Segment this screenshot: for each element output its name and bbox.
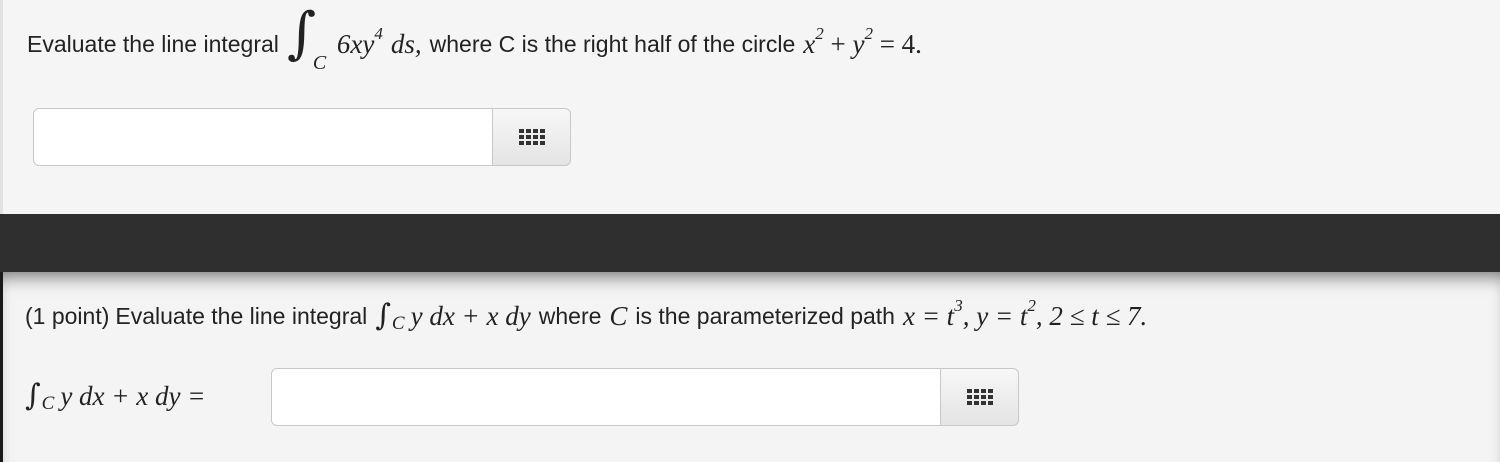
question-2-text: (1 point) Evaluate the line integral ∫ C …: [25, 294, 1147, 338]
grid-icon: [966, 389, 993, 405]
q2-where: where: [538, 302, 602, 329]
integral-sign: ∫ C: [375, 298, 405, 335]
q1-differential: ds,: [390, 28, 422, 59]
q2-answer-label-text: y dx + x dy =: [60, 380, 206, 411]
q1-answer-row: [33, 108, 571, 166]
q1-equation: x2 + y2 = 4.: [803, 24, 922, 59]
q2-points: (1 point): [25, 302, 110, 329]
q1-integrand: 6xy4: [336, 24, 383, 59]
q2-equation-editor-button[interactable]: [941, 368, 1019, 426]
integral-sign: ∫ C: [25, 378, 55, 415]
q2-answer-row: [271, 368, 1019, 426]
question-1-panel: Evaluate the line integral ∫ C 6xy4 ds, …: [0, 0, 1500, 214]
q2-curve-name: C: [609, 300, 628, 331]
grid-icon: [518, 129, 545, 145]
separator-band: [0, 214, 1500, 272]
q2-answer-label: ∫ C y dx + x dy =: [25, 372, 205, 420]
q2-answer-input[interactable]: [271, 368, 941, 426]
q1-answer-input[interactable]: [33, 108, 493, 166]
question-2-panel: (1 point) Evaluate the line integral ∫ C …: [0, 272, 1500, 462]
integral-sign: ∫ C: [286, 1, 327, 75]
q2-prompt: Evaluate the line integral: [115, 302, 368, 329]
q1-equation-editor-button[interactable]: [493, 108, 571, 166]
question-1-text: Evaluate the line integral ∫ C 6xy4 ds, …: [27, 1, 922, 75]
q1-prompt: Evaluate the line integral: [27, 30, 279, 57]
q1-middle-text: where C is the right half of the circle: [429, 30, 796, 57]
q2-parametrization: x = t3, y = t2, 2 ≤ t ≤ 7.: [902, 296, 1148, 331]
q2-integrand: y dx + x dy: [410, 300, 531, 331]
q2-is-text: is the parameterized path: [635, 302, 895, 329]
